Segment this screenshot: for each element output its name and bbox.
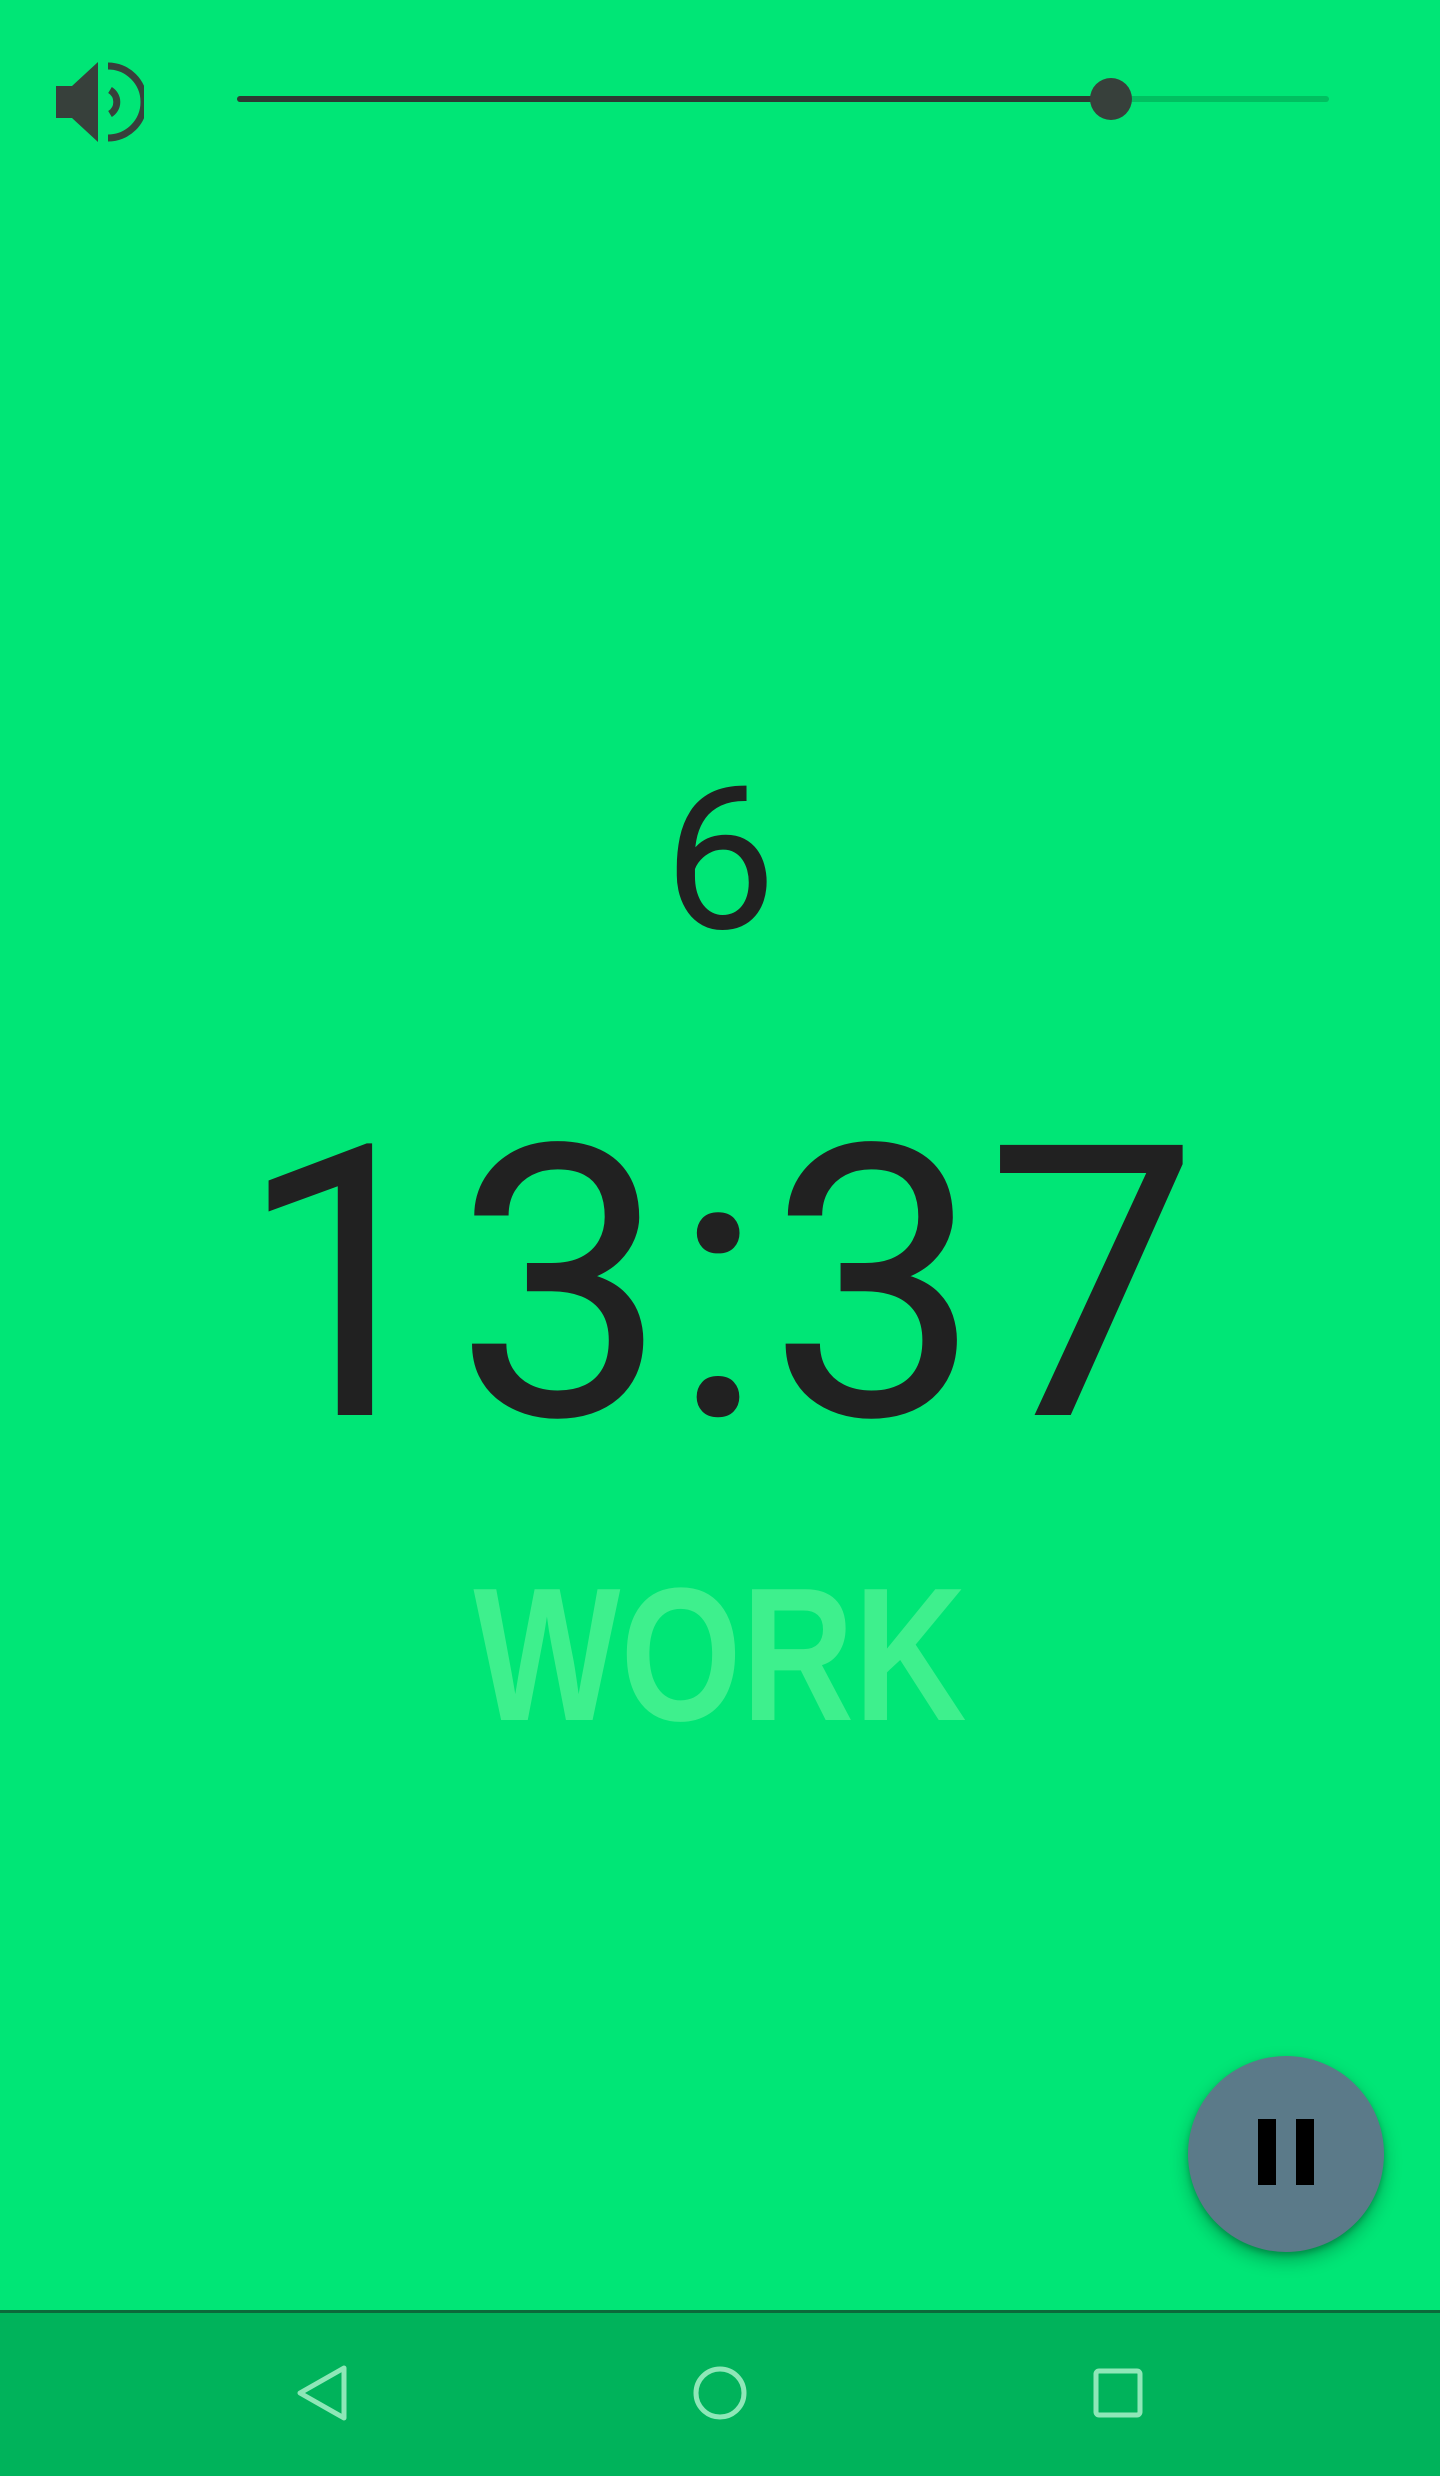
system-navigation-bar	[0, 2310, 1440, 2476]
timer-screen: 6 13:37 WORK	[0, 0, 1440, 2310]
volume-slider-thumb[interactable]	[1089, 78, 1132, 120]
pause-button[interactable]	[1188, 2056, 1384, 2252]
phase-label: WORK	[473, 1549, 967, 1761]
home-button[interactable]	[680, 2355, 760, 2435]
round-counter: 6	[663, 742, 777, 977]
volume-slider[interactable]	[237, 78, 1329, 120]
pause-icon	[1256, 2119, 1316, 2189]
back-button[interactable]	[282, 2355, 362, 2435]
volume-slider-fill	[237, 96, 1111, 102]
recents-button[interactable]	[1078, 2355, 1158, 2435]
back-triangle-icon	[294, 2363, 350, 2427]
home-circle-icon	[690, 2363, 750, 2427]
recents-square-icon	[1090, 2365, 1146, 2425]
countdown-timer: 13:37	[236, 1062, 1204, 1508]
volume-up-icon[interactable]	[52, 56, 148, 148]
